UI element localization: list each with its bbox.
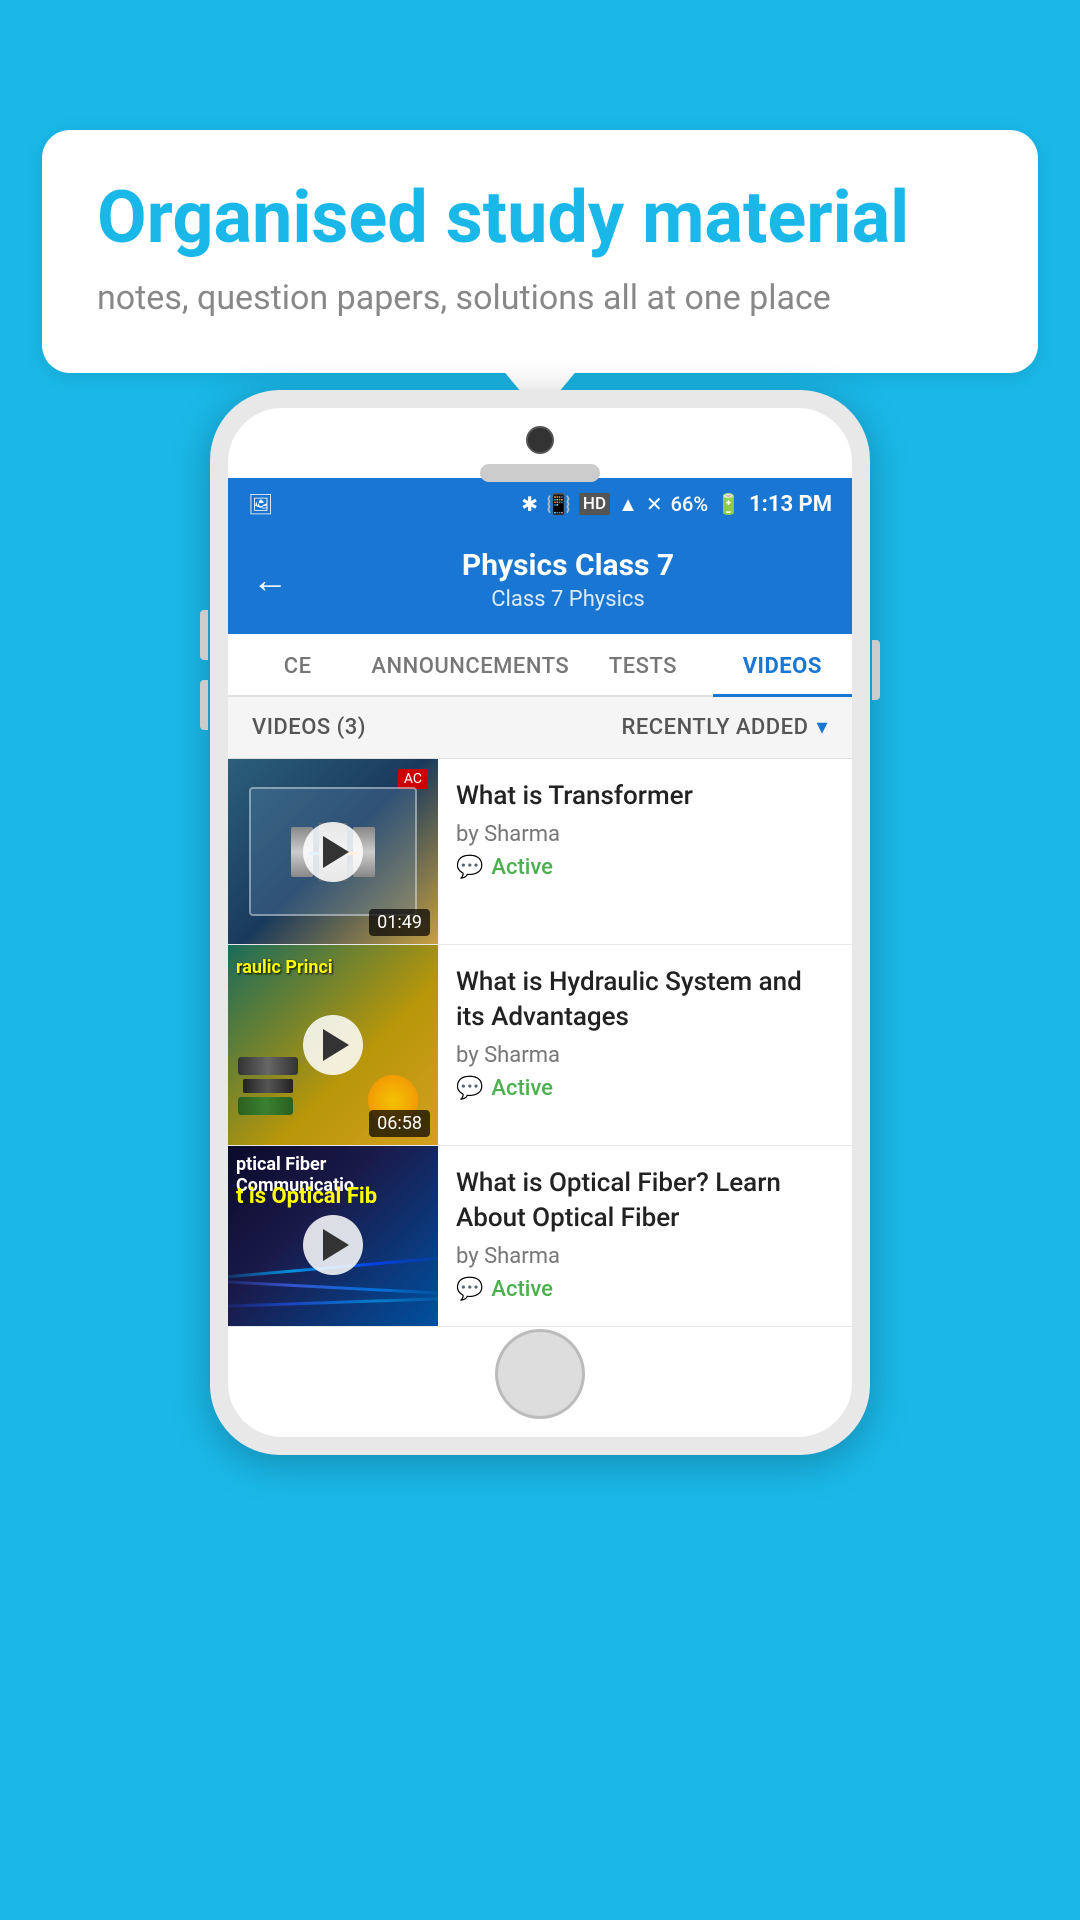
video-list: AC [228, 759, 852, 1327]
notification-icon: 🖼 [248, 492, 273, 516]
play-button-2[interactable] [303, 1015, 363, 1075]
status-left-icons: 🖼 [248, 492, 273, 516]
battery-icon: 🔋 [716, 492, 741, 516]
sort-dropdown[interactable]: RECENTLY ADDED ▾ [622, 715, 828, 740]
status-right-icons: ✱ 📳 HD ▲ ✕ 66% 🔋 1:13 PM [521, 492, 832, 517]
vibrate-icon: 📳 [546, 492, 571, 516]
video-duration-1: 01:49 [369, 909, 430, 936]
video-title-2: What is Hydraulic System and its Advanta… [456, 965, 834, 1035]
tab-bar: CE ANNOUNCEMENTS TESTS VIDEOS [228, 634, 852, 697]
chat-icon-3: 💬 [456, 1277, 483, 1302]
video-thumb-3: ptical Fiber Communicatio t is Optical F… [228, 1146, 438, 1326]
video-author-2: by Sharma [456, 1043, 834, 1068]
tab-announcements[interactable]: ANNOUNCEMENTS [367, 634, 573, 695]
phone-screen: 🖼 ✱ 📳 HD ▲ ✕ 66% 🔋 1:13 PM ← [228, 478, 852, 1327]
header-sub-title: Class 7 Physics [308, 587, 828, 612]
thumb-text-2: raulic Princi [228, 953, 438, 983]
play-button-3[interactable] [303, 1215, 363, 1275]
app-header: ← Physics Class 7 Class 7 Physics [228, 530, 852, 634]
phone-inner: 🖼 ✱ 📳 HD ▲ ✕ 66% 🔋 1:13 PM ← [228, 408, 852, 1437]
video-item-3[interactable]: ptical Fiber Communicatio t is Optical F… [228, 1146, 852, 1327]
earpiece-speaker [480, 464, 600, 482]
front-camera [526, 426, 554, 454]
power-button [872, 640, 880, 700]
phone-top-elements [480, 426, 600, 482]
bubble-title: Organised study material [97, 178, 983, 257]
speech-bubble: Organised study material notes, question… [42, 130, 1038, 373]
chat-icon-2: 💬 [456, 1076, 483, 1101]
bluetooth-icon: ✱ [521, 492, 538, 516]
header-main-title: Physics Class 7 [308, 548, 828, 583]
volume-down-button [200, 680, 208, 730]
chevron-down-icon: ▾ [816, 715, 828, 740]
video-item-1[interactable]: AC [228, 759, 852, 945]
video-info-2: What is Hydraulic System and its Advanta… [438, 945, 852, 1145]
tab-tests[interactable]: TESTS [573, 634, 712, 695]
video-status-3: 💬 Active [456, 1277, 834, 1302]
video-count: VIDEOS (3) [252, 715, 366, 740]
video-author-3: by Sharma [456, 1244, 834, 1269]
video-title-3: What is Optical Fiber? Learn About Optic… [456, 1166, 834, 1236]
battery-percentage: 66% [671, 492, 708, 516]
status-time: 1:13 PM [749, 492, 832, 517]
chat-icon-1: 💬 [456, 855, 483, 880]
header-titles: Physics Class 7 Class 7 Physics [308, 548, 828, 612]
tab-videos[interactable]: VIDEOS [713, 634, 852, 695]
wifi-icon: ▲ [618, 492, 638, 517]
video-author-1: by Sharma [456, 822, 834, 847]
home-button[interactable] [495, 1329, 585, 1419]
phone-mockup: 🖼 ✱ 📳 HD ▲ ✕ 66% 🔋 1:13 PM ← [210, 390, 870, 1455]
video-info-3: What is Optical Fiber? Learn About Optic… [438, 1146, 852, 1326]
video-thumb-2: raulic Princi [228, 945, 438, 1145]
video-duration-2: 06:58 [369, 1110, 430, 1137]
signal-icon: ✕ [646, 492, 663, 516]
phone-outer: 🖼 ✱ 📳 HD ▲ ✕ 66% 🔋 1:13 PM ← [210, 390, 870, 1455]
tab-ce[interactable]: CE [228, 634, 367, 695]
video-thumb-1: AC [228, 759, 438, 944]
sort-label: RECENTLY ADDED [622, 715, 809, 740]
volume-up-button [200, 610, 208, 660]
video-status-2: 💬 Active [456, 1076, 834, 1101]
video-status-1: 💬 Active [456, 855, 834, 880]
back-button[interactable]: ← [252, 559, 288, 601]
hd-badge: HD [579, 493, 610, 515]
video-info-1: What is Transformer by Sharma 💬 Active [438, 759, 852, 944]
status-bar: 🖼 ✱ 📳 HD ▲ ✕ 66% 🔋 1:13 PM [228, 478, 852, 530]
filter-bar: VIDEOS (3) RECENTLY ADDED ▾ [228, 697, 852, 759]
play-button-1[interactable] [303, 822, 363, 882]
bubble-subtitle: notes, question papers, solutions all at… [97, 275, 983, 323]
video-title-1: What is Transformer [456, 779, 834, 814]
video-item-2[interactable]: raulic Princi [228, 945, 852, 1146]
